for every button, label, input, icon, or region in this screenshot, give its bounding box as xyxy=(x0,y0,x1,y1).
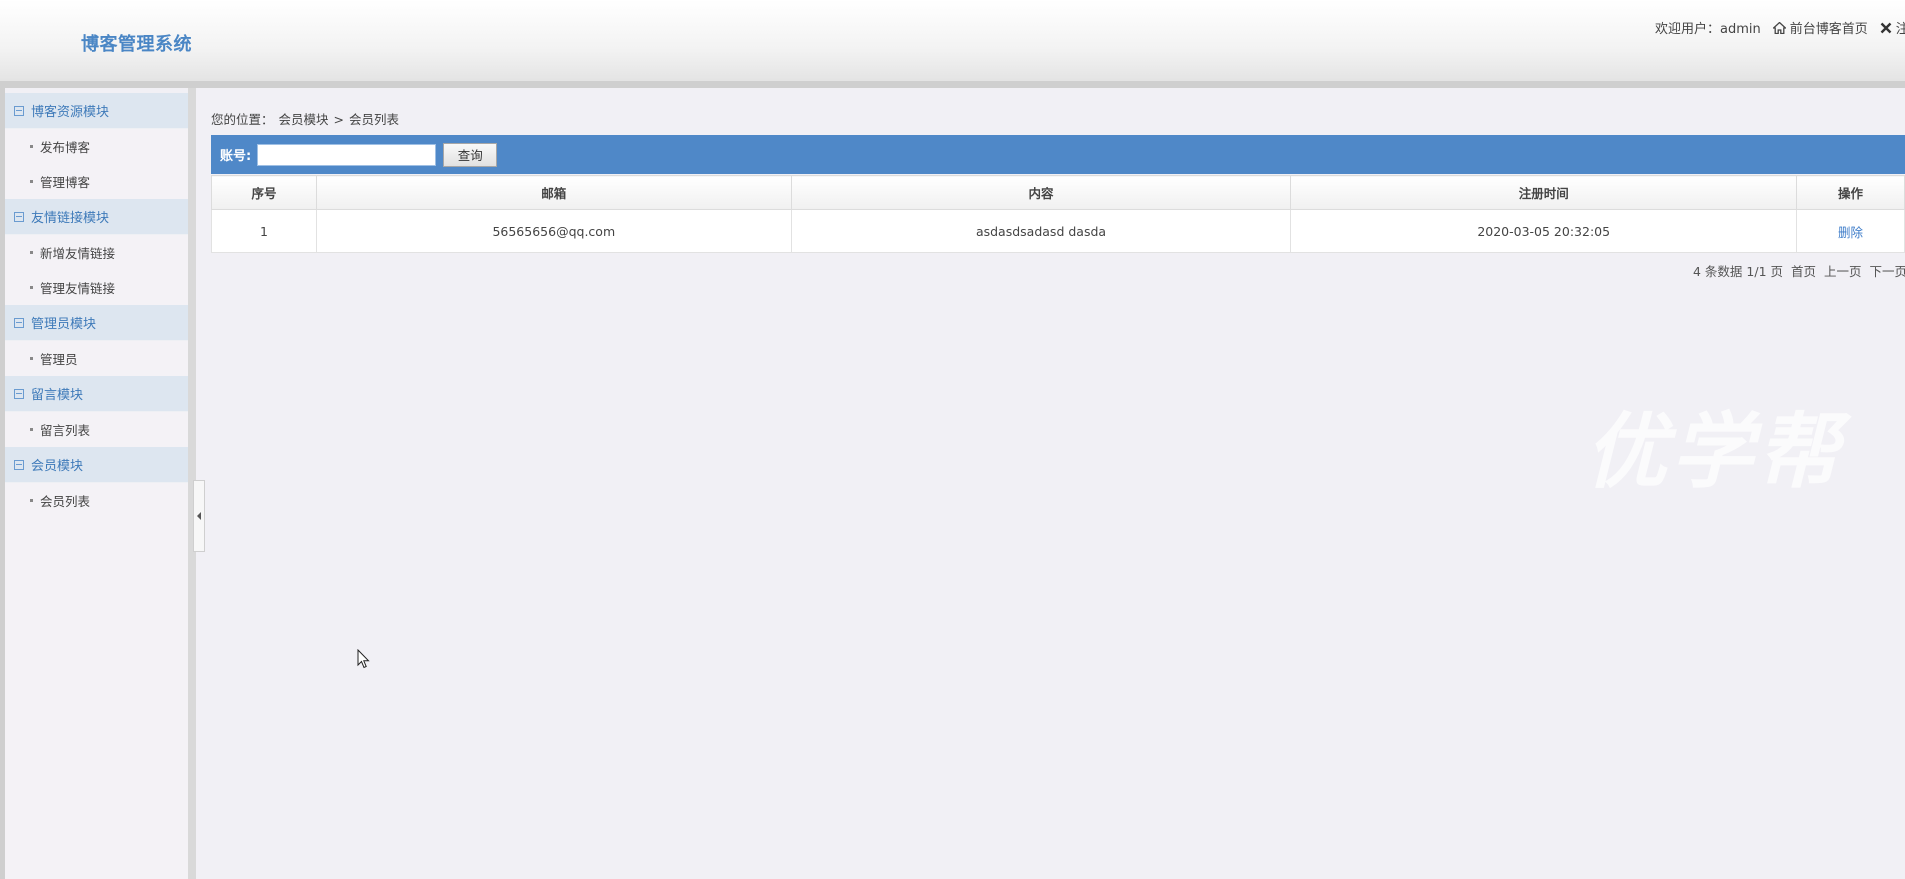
logout-link-label: 注销 xyxy=(1895,22,1905,37)
cell-email: 56565656@qq.com xyxy=(315,209,792,253)
pagination-summary: 4 条数据 1/1 页 xyxy=(1693,264,1783,279)
menu-group-admin: 管理员模块 管理员 xyxy=(5,305,188,376)
collapse-icon xyxy=(14,317,24,328)
menu-item-member-list[interactable]: 会员列表 xyxy=(5,483,188,518)
menu-item-label: 发布博客 xyxy=(40,140,91,155)
collapse-icon xyxy=(14,211,24,222)
menu-item-label: 管理友情链接 xyxy=(40,281,116,296)
collapse-icon xyxy=(14,388,24,399)
app-title: 博客管理系统 xyxy=(81,34,192,55)
bullet-icon xyxy=(30,428,33,431)
column-header-email: 邮箱 xyxy=(315,175,792,210)
menu-item-publish-blog[interactable]: 发布博客 xyxy=(5,129,188,164)
menu-item-manage-links[interactable]: 管理友情链接 xyxy=(5,270,188,305)
menu-group-header-links[interactable]: 友情链接模块 xyxy=(5,199,188,235)
bullet-icon xyxy=(30,180,33,183)
breadcrumb-separator: > xyxy=(333,112,345,127)
cell-content: asdasdsadasd dasda xyxy=(790,209,1292,253)
header-user-bar: 欢迎用户：admin 前台博客首页 注销 xyxy=(1655,18,1905,37)
menu-item-label: 会员列表 xyxy=(40,494,91,509)
menu-group-header-messages[interactable]: 留言模块 xyxy=(5,376,188,412)
pagination: 4 条数据 1/1 页 首页 上一页 下一页 尾页 xyxy=(1689,261,1905,280)
home-link[interactable]: 前台博客首页 xyxy=(1772,18,1868,37)
member-table: 序号 邮箱 内容 注册时间 操作 1 56565656@qq.com asdas… xyxy=(211,175,1905,253)
menu-group-title: 友情链接模块 xyxy=(31,211,110,226)
welcome-text: 欢迎用户：admin xyxy=(1655,18,1761,37)
sidebar-collapse-handle[interactable] xyxy=(193,480,205,552)
menu-item-message-list[interactable]: 留言列表 xyxy=(5,412,188,447)
menu-group-header-admin[interactable]: 管理员模块 xyxy=(5,305,188,341)
delete-link[interactable]: 删除 xyxy=(1796,209,1905,253)
top-header: 博客管理系统 欢迎用户：admin 前台博客首页 注销 xyxy=(0,0,1905,88)
main-content: 您的位置： 会员模块 > 会员列表 账号: 查询 序号 邮箱 内容 注册时间 操作 1… xyxy=(211,93,1905,879)
menu-group-title: 管理员模块 xyxy=(31,317,97,332)
query-button[interactable]: 查询 xyxy=(443,142,498,167)
menu-item-admin[interactable]: 管理员 xyxy=(5,341,188,376)
chevron-left-icon xyxy=(197,512,201,520)
breadcrumb-level1: 会员模块 xyxy=(278,112,329,127)
menu-item-label: 管理员 xyxy=(40,352,78,367)
prev-page-link[interactable]: 上一页 xyxy=(1824,264,1862,279)
bullet-icon xyxy=(30,251,33,254)
menu-group-title: 会员模块 xyxy=(31,459,84,474)
column-header-content: 内容 xyxy=(790,175,1292,210)
menu-group-header-blog[interactable]: 博客资源模块 xyxy=(5,93,188,129)
menu-group-title: 留言模块 xyxy=(31,388,84,403)
bullet-icon xyxy=(30,286,33,289)
menu-group-messages: 留言模块 留言列表 xyxy=(5,376,188,447)
mouse-cursor-icon xyxy=(357,649,370,669)
menu-group-links: 友情链接模块 新增友情链接 管理友情链接 xyxy=(5,199,188,305)
menu-group-title: 博客资源模块 xyxy=(31,105,110,120)
menu-item-add-link[interactable]: 新增友情链接 xyxy=(5,235,188,270)
breadcrumb-prefix: 您的位置： xyxy=(211,112,274,127)
username: admin xyxy=(1720,22,1761,37)
column-header-index: 序号 xyxy=(211,175,317,210)
logout-link[interactable]: 注销 xyxy=(1880,18,1905,37)
table-row: 1 56565656@qq.com asdasdsadasd dasda 202… xyxy=(211,209,1905,253)
collapse-icon xyxy=(14,459,24,470)
sidebar-menu: 博客资源模块 发布博客 管理博客 友情链接模块 新增友情链接 管理友情链接 管理… xyxy=(5,93,189,879)
bullet-icon xyxy=(30,499,33,502)
menu-group-members: 会员模块 会员列表 xyxy=(5,447,188,518)
home-icon xyxy=(1772,21,1786,34)
breadcrumb-level2: 会员列表 xyxy=(349,112,400,127)
column-header-action: 操作 xyxy=(1796,175,1905,210)
menu-item-label: 管理博客 xyxy=(40,175,91,190)
table-header-row: 序号 邮箱 内容 注册时间 操作 xyxy=(211,175,1905,210)
home-link-label: 前台博客首页 xyxy=(1789,22,1868,37)
collapse-icon xyxy=(14,105,24,116)
account-label: 账号: xyxy=(220,149,252,164)
search-toolbar: 账号: 查询 xyxy=(211,135,1905,174)
first-page-link[interactable]: 首页 xyxy=(1791,264,1816,279)
menu-item-label: 留言列表 xyxy=(40,423,91,438)
account-search-input[interactable] xyxy=(257,143,437,166)
menu-item-label: 新增友情链接 xyxy=(40,246,116,261)
welcome-label: 欢迎用户： xyxy=(1655,22,1721,37)
cell-registered: 2020-03-05 20:32:05 xyxy=(1290,209,1798,253)
bullet-icon xyxy=(30,357,33,360)
close-icon xyxy=(1880,22,1892,33)
next-page-link[interactable]: 下一页 xyxy=(1869,264,1905,279)
cell-index: 1 xyxy=(211,209,317,253)
menu-group-header-members[interactable]: 会员模块 xyxy=(5,447,188,483)
column-header-registered: 注册时间 xyxy=(1290,175,1798,210)
bullet-icon xyxy=(30,145,33,148)
menu-item-manage-blog[interactable]: 管理博客 xyxy=(5,164,188,199)
menu-group-blog: 博客资源模块 发布博客 管理博客 xyxy=(5,93,188,199)
breadcrumb: 您的位置： 会员模块 > 会员列表 xyxy=(211,109,404,128)
